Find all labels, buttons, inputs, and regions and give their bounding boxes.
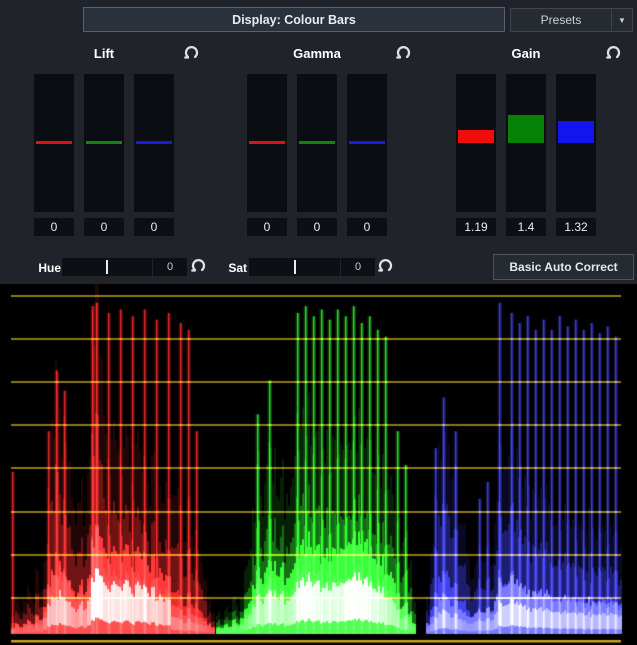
hue-slider-tick: [106, 260, 108, 274]
slider-handle: [136, 141, 172, 144]
slider-handle: [36, 141, 72, 144]
gain-red-slider[interactable]: [456, 74, 496, 212]
sat-label: Sat: [222, 261, 247, 275]
hue-slider[interactable]: [62, 258, 152, 276]
reset-icon: [605, 44, 622, 61]
presets-label: Presets: [511, 13, 611, 27]
controls-panel: Display: Colour Bars Presets ▼ Lift Gamm…: [0, 0, 637, 284]
waveform-scope: [0, 284, 637, 645]
lift-reset-button[interactable]: [183, 44, 200, 61]
lift-blue-slider[interactable]: [134, 74, 174, 212]
gamma-reset-button[interactable]: [395, 44, 412, 61]
gain-green-value[interactable]: 1.4: [506, 218, 546, 236]
gain-reset-button[interactable]: [605, 44, 622, 61]
gain-green-slider[interactable]: [506, 74, 546, 212]
lift-green-value[interactable]: 0: [84, 218, 124, 236]
gain-red-value[interactable]: 1.19: [456, 218, 496, 236]
lift-label: Lift: [64, 46, 144, 61]
lift-red-slider[interactable]: [34, 74, 74, 212]
sat-slider-tick: [294, 260, 296, 274]
basic-auto-correct-button[interactable]: Basic Auto Correct: [493, 254, 634, 280]
display-mode-button[interactable]: Display: Colour Bars: [83, 7, 505, 32]
gamma-green-slider[interactable]: [297, 74, 337, 212]
gain-blue-value[interactable]: 1.32: [556, 218, 596, 236]
gamma-blue-value[interactable]: 0: [347, 218, 387, 236]
colour-correction-panel: Display: Colour Bars Presets ▼ Lift Gamm…: [0, 0, 637, 645]
slider-handle: [349, 141, 385, 144]
gamma-red-slider[interactable]: [247, 74, 287, 212]
lift-blue-value[interactable]: 0: [134, 218, 174, 236]
slider-handle: [458, 130, 494, 143]
hue-reset-button[interactable]: [190, 257, 207, 274]
gamma-red-value[interactable]: 0: [247, 218, 287, 236]
reset-icon: [395, 44, 412, 61]
slider-handle: [299, 141, 335, 144]
slider-handle: [86, 141, 122, 144]
reset-icon: [190, 257, 207, 274]
lift-red-value[interactable]: 0: [34, 218, 74, 236]
lift-green-slider[interactable]: [84, 74, 124, 212]
gamma-blue-slider[interactable]: [347, 74, 387, 212]
sat-reset-button[interactable]: [377, 257, 394, 274]
slider-handle: [249, 141, 285, 144]
gamma-green-value[interactable]: 0: [297, 218, 337, 236]
reset-icon: [377, 257, 394, 274]
gain-label: Gain: [486, 46, 566, 61]
presets-button[interactable]: Presets ▼: [510, 8, 633, 32]
slider-handle: [558, 121, 594, 143]
slider-handle: [508, 115, 544, 143]
hue-value[interactable]: 0: [153, 258, 187, 276]
gamma-label: Gamma: [277, 46, 357, 61]
reset-icon: [183, 44, 200, 61]
gain-blue-slider[interactable]: [556, 74, 596, 212]
chevron-down-icon[interactable]: ▼: [612, 16, 632, 25]
sat-value[interactable]: 0: [341, 258, 375, 276]
hue-label: Hue: [33, 261, 61, 275]
sat-slider[interactable]: [249, 258, 340, 276]
